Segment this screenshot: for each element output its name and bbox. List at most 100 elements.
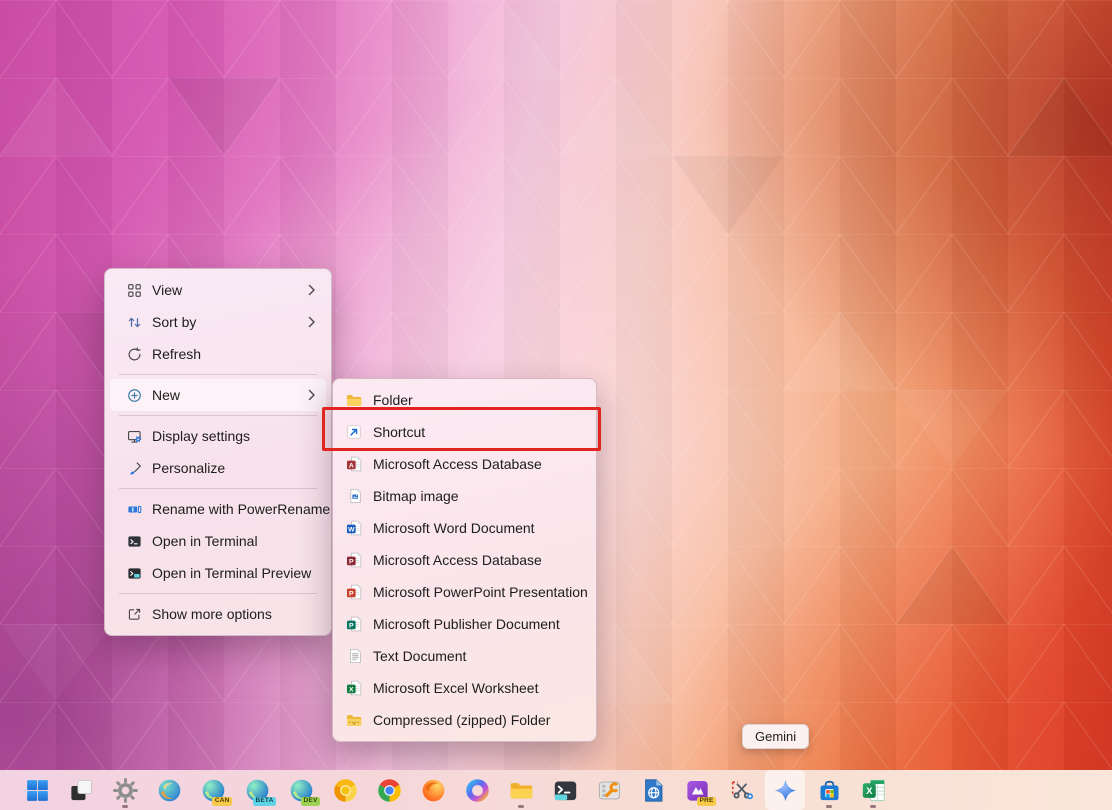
edge-beta-badge: BETA xyxy=(253,797,276,807)
edge-canary-badge: CAN xyxy=(212,797,232,807)
taskbar-files-app-button[interactable] xyxy=(61,770,101,810)
taskbar-edge-beta-button[interactable]: BETA xyxy=(237,770,277,810)
menu-item-view[interactable]: View xyxy=(110,274,326,306)
menu-separator xyxy=(119,374,317,375)
menu-item-open-in-terminal-preview[interactable]: Open in Terminal Preview xyxy=(110,557,326,589)
menu-separator xyxy=(119,488,317,489)
file-explorer-icon xyxy=(508,777,535,804)
sort-icon xyxy=(126,314,143,331)
settings-icon xyxy=(112,777,139,804)
taskbar-file-explorer-button[interactable] xyxy=(501,770,541,810)
menu-item-label: Microsoft Excel Worksheet xyxy=(373,680,538,696)
menu-separator xyxy=(119,593,317,594)
menu-item-new[interactable]: New xyxy=(110,379,326,411)
taskbar-copilot-button[interactable] xyxy=(457,770,497,810)
menu-item-label: Personalize xyxy=(152,460,225,476)
taskbar-powertoys-button[interactable] xyxy=(589,770,629,810)
taskbar-edge-dev-button[interactable]: DEV xyxy=(281,770,321,810)
taskbar-excel-button[interactable]: X xyxy=(853,770,893,810)
svg-text:P: P xyxy=(349,622,354,629)
taskbar-settings-button[interactable] xyxy=(105,770,145,810)
submenu-item-shortcut[interactable]: Shortcut xyxy=(337,416,592,448)
submenu-item-bitmap-image[interactable]: Bitmap image xyxy=(337,480,592,512)
view-icon xyxy=(126,282,143,299)
submenu-item-powerpoint-presentation[interactable]: P Microsoft PowerPoint Presentation xyxy=(337,576,592,608)
new-icon xyxy=(126,387,143,404)
submenu-item-compressed-folder[interactable]: Compressed (zipped) Folder xyxy=(337,704,592,736)
menu-item-sort-by[interactable]: Sort by xyxy=(110,306,326,338)
running-indicator-dot xyxy=(826,805,832,808)
menu-item-label: Microsoft Access Database xyxy=(373,552,542,568)
context-menu: View Sort by Refresh New Display settings Per… xyxy=(104,268,332,636)
start-icon xyxy=(24,777,51,804)
submenu-item-publisher-document[interactable]: PMicrosoft Publisher Document xyxy=(337,608,592,640)
svg-text:W: W xyxy=(348,526,355,533)
menu-item-display-settings[interactable]: Display settings xyxy=(110,420,326,452)
svg-text:X: X xyxy=(866,785,873,796)
running-indicator-dot xyxy=(122,805,128,808)
taskbar-firefox-button[interactable] xyxy=(413,770,453,810)
taskbar-office-preview-button[interactable]: PRE xyxy=(677,770,717,810)
taskbar-gemini-button[interactable] xyxy=(765,770,805,810)
html-document-icon xyxy=(640,777,667,804)
menu-item-label: Rename with PowerRename xyxy=(152,501,330,517)
taskbar-chrome-canary-button[interactable] xyxy=(325,770,365,810)
edge-dev-badge: DEV xyxy=(301,797,320,807)
menu-item-rename-with-powerrename[interactable]: Rename with PowerRename xyxy=(110,493,326,525)
taskbar-edge-insider-button[interactable] xyxy=(149,770,189,810)
personalize-icon xyxy=(126,460,143,477)
taskbar-start-button[interactable] xyxy=(17,770,57,810)
powertoys-icon xyxy=(596,777,623,804)
menu-item-refresh[interactable]: Refresh xyxy=(110,338,326,370)
files-app-icon xyxy=(68,777,95,804)
svg-text:P: P xyxy=(349,558,354,565)
taskbar-snipping-tool-button[interactable] xyxy=(721,770,761,810)
taskbar-microsoft-store-button[interactable] xyxy=(809,770,849,810)
menu-item-label: Sort by xyxy=(152,314,196,330)
menu-item-personalize[interactable]: Personalize xyxy=(110,452,326,484)
bitmap-icon xyxy=(345,487,363,505)
new-submenu: Folder Shortcut A Microsoft Access Database… xyxy=(332,378,597,742)
display-icon xyxy=(126,428,143,445)
exceldoc-icon: X xyxy=(345,679,363,697)
shortcut-icon xyxy=(345,423,363,441)
menu-item-label: Text Document xyxy=(373,648,466,664)
svg-text:A: A xyxy=(349,462,354,469)
submenu-item-text-document[interactable]: Text Document xyxy=(337,640,592,672)
submenu-item-access-database-2[interactable]: P Microsoft Access Database xyxy=(337,544,592,576)
menu-item-label: Compressed (zipped) Folder xyxy=(373,712,550,728)
firefox-icon xyxy=(420,777,447,804)
taskbar: CAN BETA DEV PRE X xyxy=(0,770,1112,810)
menu-item-label: Open in Terminal Preview xyxy=(152,565,311,581)
menu-item-label: Microsoft Word Document xyxy=(373,520,535,536)
copilot-icon xyxy=(464,777,491,804)
taskbar-html-document-button[interactable] xyxy=(633,770,673,810)
menu-item-label: New xyxy=(152,387,180,403)
gemini-icon xyxy=(772,777,799,804)
access-icon: A xyxy=(345,455,363,473)
powerrename-icon xyxy=(126,501,143,518)
submenu-item-folder[interactable]: Folder xyxy=(337,384,592,416)
publisher-icon: P xyxy=(345,615,363,633)
taskbar-chrome-button[interactable] xyxy=(369,770,409,810)
menu-item-label: Microsoft Access Database xyxy=(373,456,542,472)
menu-item-show-more-options[interactable]: Show more options xyxy=(110,598,326,630)
terminal-icon xyxy=(552,777,579,804)
menu-item-label: Refresh xyxy=(152,346,201,362)
snipping-tool-icon xyxy=(728,777,755,804)
terminal-icon xyxy=(126,533,143,550)
submenu-item-word-document[interactable]: W Microsoft Word Document xyxy=(337,512,592,544)
chevron-right-icon xyxy=(308,389,316,401)
chrome-canary-icon xyxy=(332,777,359,804)
menu-item-open-in-terminal[interactable]: Open in Terminal xyxy=(110,525,326,557)
menu-item-label: Folder xyxy=(373,392,413,408)
microsoft-store-icon xyxy=(816,777,843,804)
svg-text:X: X xyxy=(349,686,354,693)
taskbar-edge-canary-button[interactable]: CAN xyxy=(193,770,233,810)
menu-item-label: Microsoft PowerPoint Presentation xyxy=(373,584,588,600)
taskbar-terminal-button[interactable] xyxy=(545,770,585,810)
submenu-item-excel-worksheet[interactable]: X Microsoft Excel Worksheet xyxy=(337,672,592,704)
svg-text:P: P xyxy=(349,590,354,597)
submenu-item-access-database[interactable]: A Microsoft Access Database xyxy=(337,448,592,480)
excel-icon: X xyxy=(860,777,887,804)
